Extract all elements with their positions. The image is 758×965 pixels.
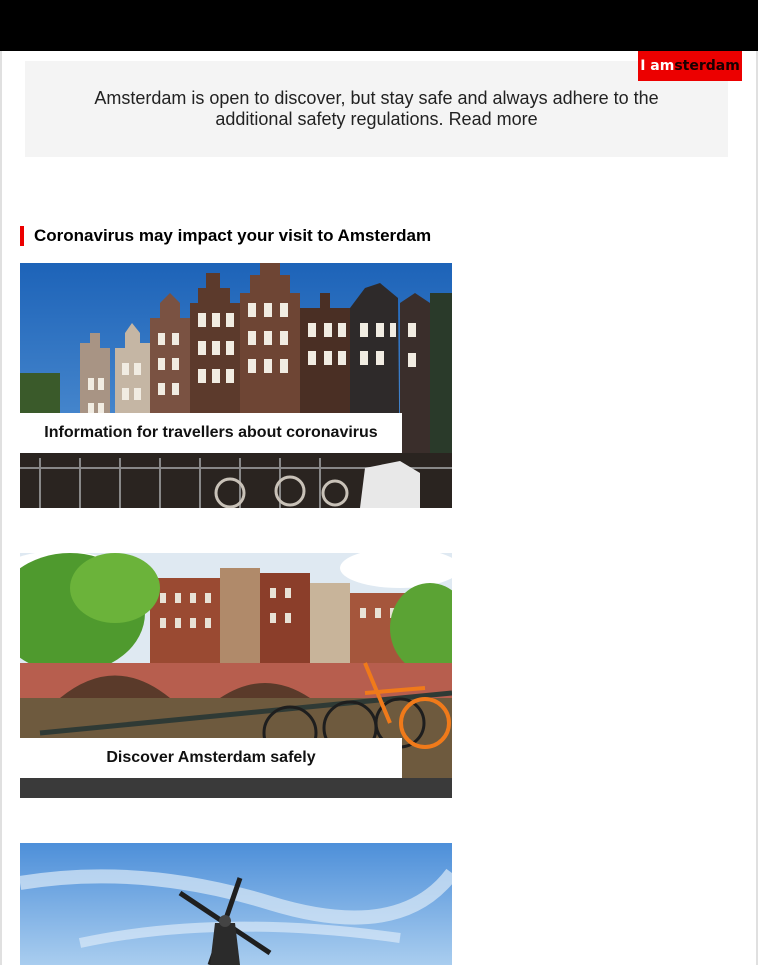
read-more-link[interactable]: Read more <box>449 109 538 129</box>
section-title: Coronavirus may impact your visit to Ams… <box>20 226 431 246</box>
card-label: Information for travellers about coronav… <box>20 413 402 453</box>
logo-text-white: I am <box>640 58 675 74</box>
card-windmill[interactable] <box>20 843 452 965</box>
safety-notice: Amsterdam is open to discover, but stay … <box>25 61 728 157</box>
logo-text-black: sterdam <box>674 58 740 74</box>
top-bar <box>0 0 758 51</box>
card-discover-safely[interactable]: Discover Amsterdam safely <box>20 553 452 798</box>
notice-message: Amsterdam is open to discover, but stay … <box>94 88 659 129</box>
canal-houses-image <box>20 263 452 508</box>
i-amsterdam-logo[interactable]: I am sterdam <box>638 51 742 81</box>
windmill-image <box>20 843 452 965</box>
page-frame-left <box>0 51 2 965</box>
notice-text: Amsterdam is open to discover, but stay … <box>55 88 698 130</box>
card-travellers-information[interactable]: Information for travellers about coronav… <box>20 263 452 508</box>
card-label: Discover Amsterdam safely <box>20 738 402 778</box>
